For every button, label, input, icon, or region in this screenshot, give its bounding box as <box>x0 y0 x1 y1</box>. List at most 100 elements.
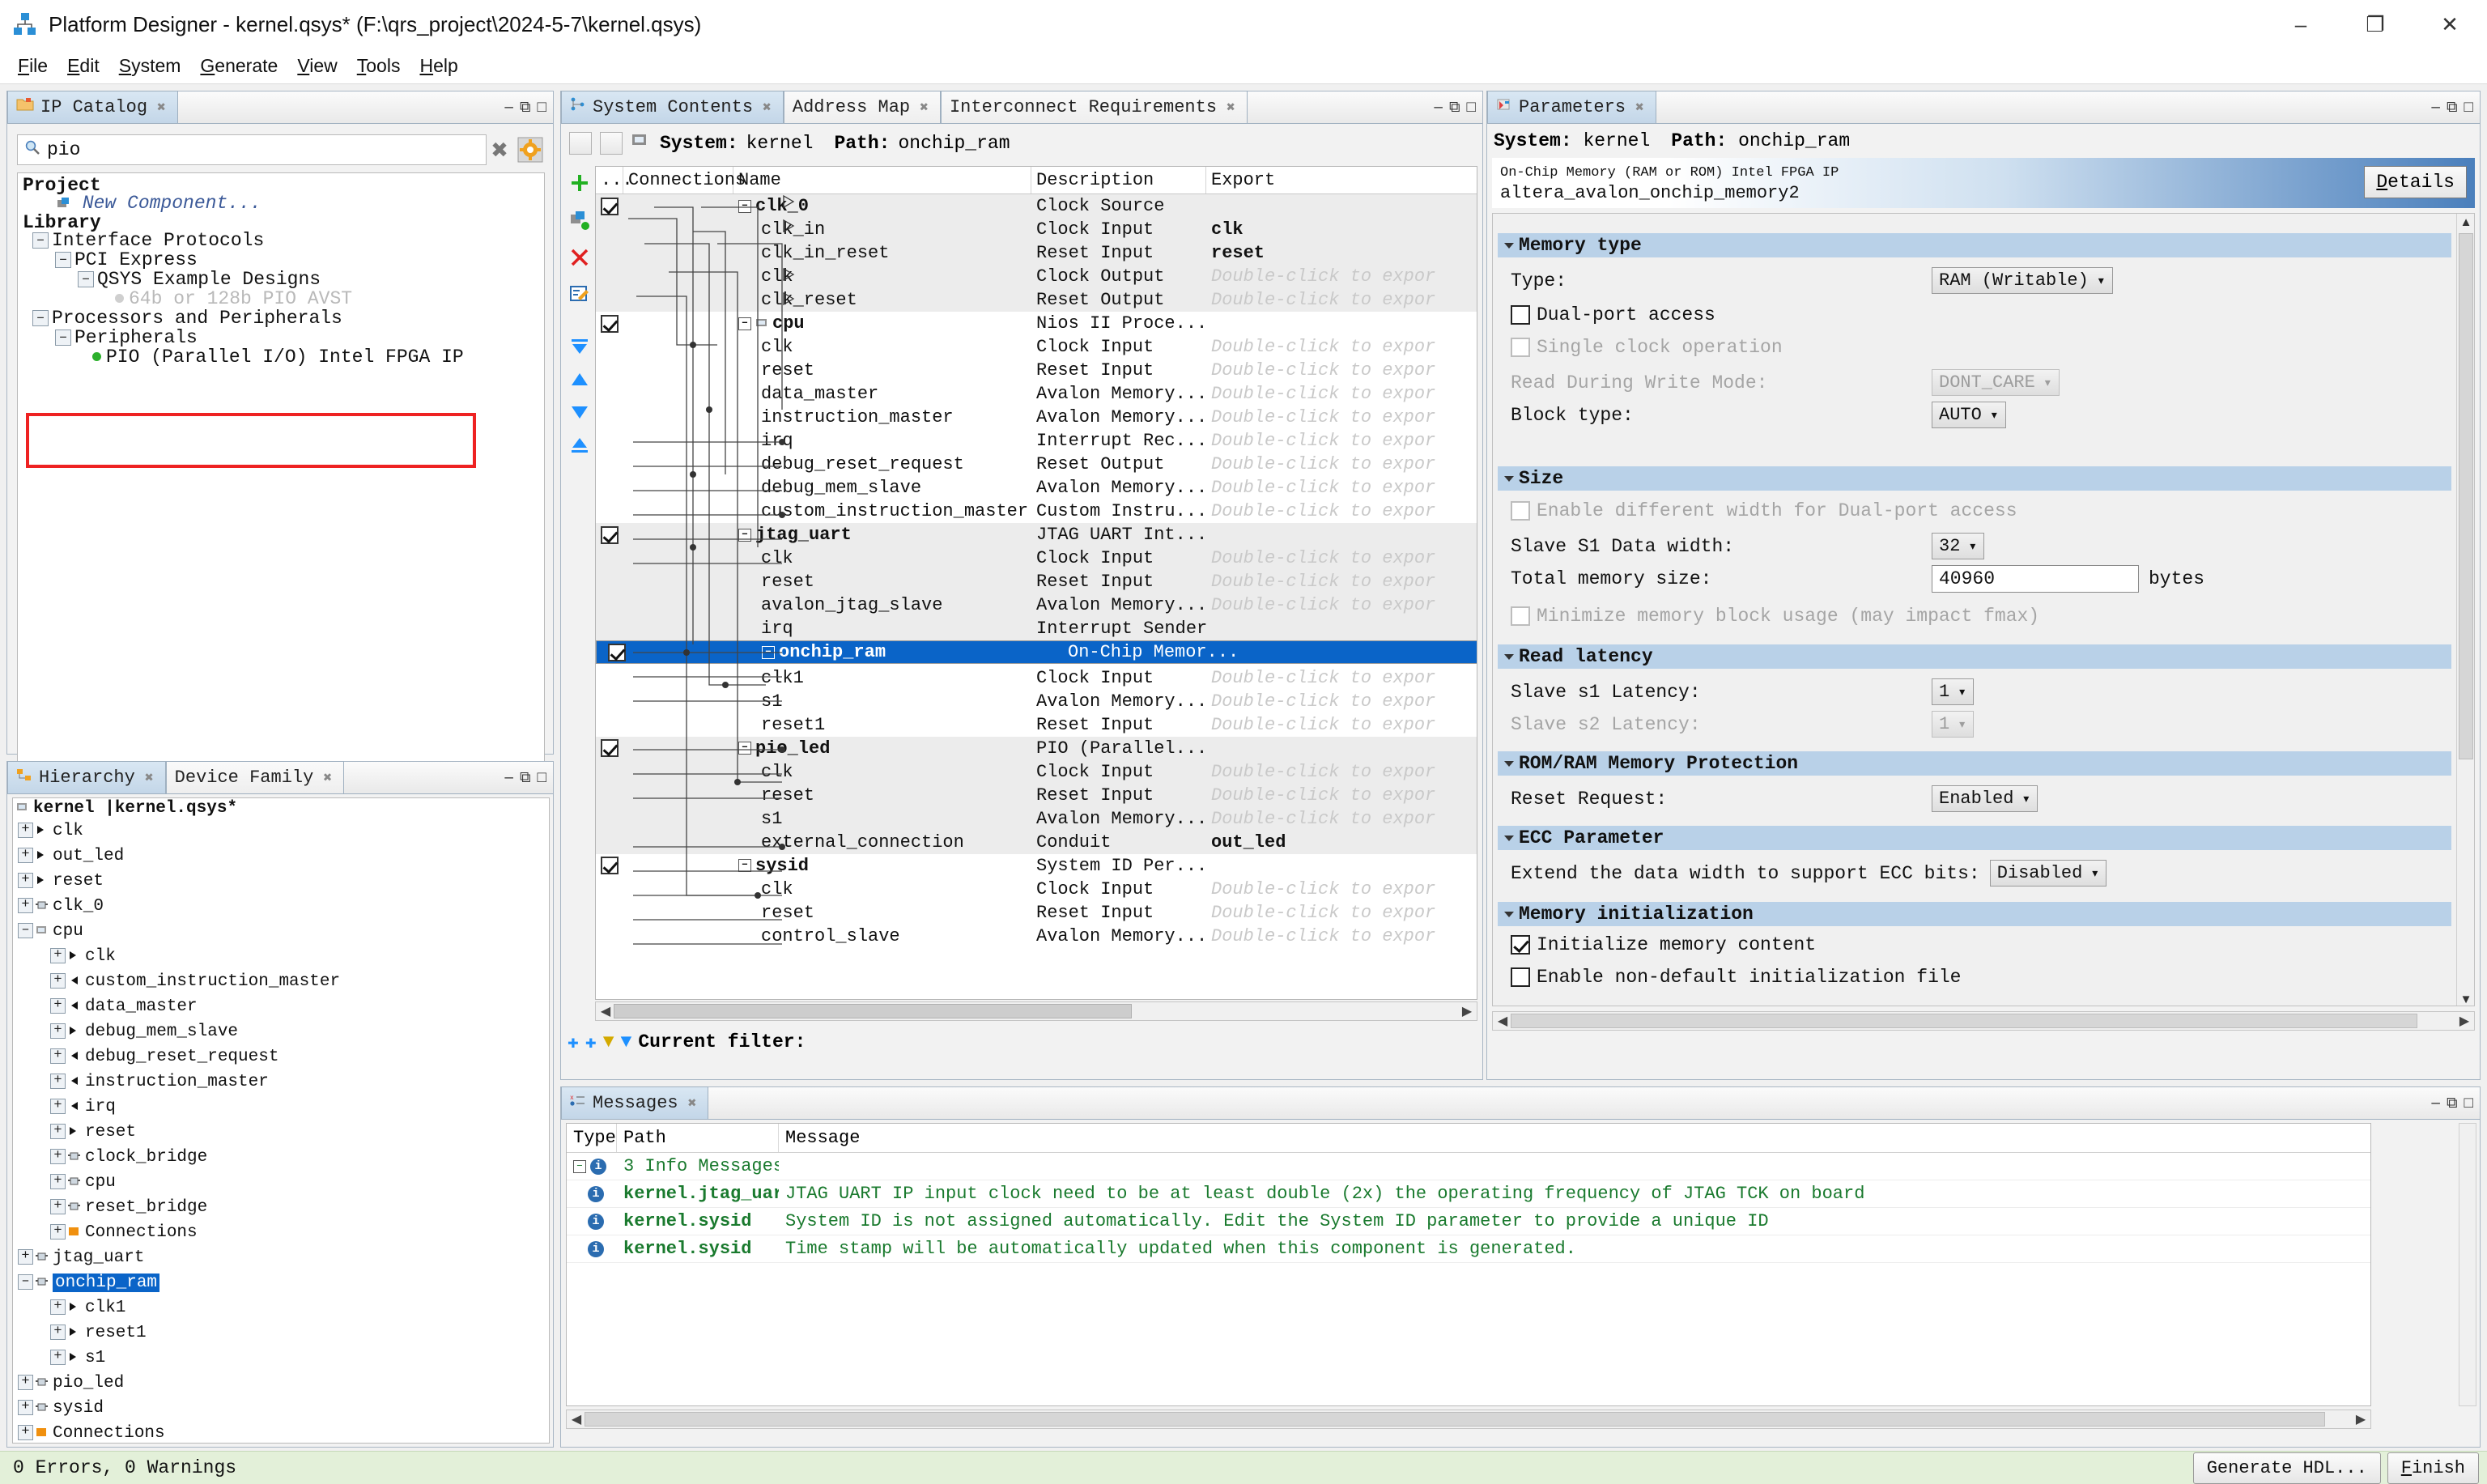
system-contents-table[interactable]: ... Connections Name Description Export … <box>595 166 1477 1000</box>
row-export[interactable]: Double-click to expor <box>1206 901 1477 925</box>
panel-minimize-icon[interactable]: – <box>2431 100 2440 115</box>
use-checkbox[interactable] <box>596 312 623 335</box>
connections-cell[interactable] <box>623 453 733 476</box>
expand-icon[interactable]: + <box>18 873 33 888</box>
menu-edit[interactable]: Edit <box>57 53 109 79</box>
tab-device-family[interactable]: Device Family ✖ <box>165 761 345 793</box>
connections-cell[interactable] <box>623 500 733 523</box>
close-icon[interactable]: ✖ <box>145 769 154 787</box>
row-export[interactable]: Double-click to expor <box>1206 690 1477 713</box>
filter-down2-icon[interactable]: ▼ <box>621 1031 632 1052</box>
row-name[interactable]: reset <box>733 570 1031 593</box>
hierarchy-node[interactable]: + reset_bridge <box>50 1199 207 1217</box>
panel-restore-icon[interactable]: ⧉ <box>1449 100 1460 115</box>
connections-cell[interactable] <box>623 760 733 784</box>
tree-node-pci-express[interactable]: – PCI Express <box>55 249 198 270</box>
row-name[interactable]: clk1 <box>733 666 1031 690</box>
dual-port-access-checkbox[interactable] <box>1511 305 1530 325</box>
table-row[interactable]: – jtag_uart JTAG UART Int... <box>596 523 1477 546</box>
collapse-icon[interactable]: – <box>738 528 751 542</box>
row-export[interactable]: Double-click to expor <box>1206 453 1477 476</box>
expand-icon[interactable]: + <box>18 823 33 838</box>
row-export[interactable]: out_led <box>1206 831 1477 854</box>
row-name[interactable]: reset1 <box>733 713 1031 737</box>
use-checkbox[interactable] <box>596 194 623 218</box>
collapse-icon[interactable]: – <box>78 270 94 287</box>
generate-hdl-button[interactable]: Generate HDL... <box>2192 1452 2381 1484</box>
use-checkbox[interactable] <box>596 737 623 760</box>
expand-icon[interactable]: + <box>50 1325 66 1340</box>
connections-cell[interactable] <box>623 666 733 690</box>
table-row[interactable]: clk Clock Output Double-click to expor <box>596 265 1477 288</box>
param-dual-port-access[interactable]: Dual-port access <box>1511 304 1715 325</box>
ip-catalog-tree[interactable]: Project New Component... Library – Interf… <box>17 172 545 788</box>
expand-icon[interactable]: + <box>50 1048 66 1064</box>
table-row[interactable]: avalon_jtag_slave Avalon Memory... Double-… <box>596 593 1477 617</box>
hierarchy-node[interactable]: + debug_reset_request <box>50 1048 278 1066</box>
row-export[interactable] <box>1206 617 1477 640</box>
slave-s2-latency-select[interactable]: 1 ▾ <box>1932 711 1975 738</box>
remove-component-icon[interactable] <box>569 247 590 273</box>
block-type-select[interactable]: AUTO ▾ <box>1932 402 2006 428</box>
message-row[interactable]: i kernel.sysid System ID is not assigned a… <box>567 1208 2370 1235</box>
slave-s1-data-width-select[interactable]: 32 ▾ <box>1932 533 1985 559</box>
column-header-use[interactable]: ... <box>596 167 633 193</box>
expand-icon[interactable]: + <box>18 848 33 863</box>
row-export[interactable] <box>1246 640 1477 664</box>
row-name[interactable]: external_connection <box>733 831 1031 854</box>
hierarchy-node[interactable]: + clk <box>50 948 116 966</box>
add-component-icon[interactable] <box>569 172 590 198</box>
total-memory-size-input[interactable]: 40960 <box>1932 565 2139 593</box>
close-icon[interactable]: ✖ <box>920 99 929 117</box>
hierarchy-node[interactable]: + irq <box>50 1099 116 1116</box>
move-up-icon[interactable] <box>600 132 623 155</box>
scroll-right-icon[interactable]: ▶ <box>2456 1013 2472 1029</box>
hierarchy-node[interactable]: + clock_bridge <box>50 1149 207 1167</box>
panel-maximize-icon[interactable]: □ <box>1467 100 1476 115</box>
system-contents-hscrollbar[interactable]: ◀ ▶ <box>595 1001 1477 1021</box>
hierarchy-node[interactable]: + custom_instruction_master <box>50 973 340 991</box>
menu-system[interactable]: System <box>109 53 191 79</box>
messages-summary-row[interactable]: – i 3 Info Messages <box>567 1153 2370 1180</box>
row-export[interactable]: clk <box>1206 218 1477 241</box>
use-checkbox[interactable] <box>596 854 623 878</box>
row-export[interactable]: Double-click to expor <box>1206 760 1477 784</box>
connections-cell[interactable] <box>623 617 733 640</box>
scroll-down-icon[interactable]: ▼ <box>2459 993 2472 1006</box>
row-name[interactable]: debug_mem_slave <box>733 476 1031 500</box>
close-icon[interactable]: ✖ <box>323 769 332 787</box>
table-row[interactable]: control_slave Avalon Memory... Double-clic… <box>596 925 1477 948</box>
table-row[interactable]: custom_instruction_master Custom Instru..… <box>596 500 1477 523</box>
expand-icon[interactable]: + <box>18 1375 33 1390</box>
row-name[interactable]: reset <box>733 901 1031 925</box>
connections-cell[interactable] <box>623 406 733 429</box>
tree-node-pio-avst[interactable]: 64b or 128b PIO AVST <box>115 288 352 309</box>
gear-icon[interactable] <box>516 135 545 164</box>
scroll-thumb[interactable] <box>2459 233 2473 759</box>
connections-cell[interactable] <box>623 335 733 359</box>
row-export[interactable] <box>1206 194 1477 218</box>
tree-node-interface-protocols[interactable]: – Interface Protocols <box>32 230 264 251</box>
collapse-icon[interactable]: – <box>55 329 71 346</box>
expand-icon[interactable]: + <box>50 1074 66 1089</box>
table-row[interactable]: clk Clock Input Double-click to expor <box>596 335 1477 359</box>
column-header-description[interactable]: Description <box>1031 167 1206 193</box>
param-initialize-memory-content[interactable]: Initialize memory content <box>1511 934 1816 955</box>
scroll-left-icon[interactable]: ◀ <box>1494 1013 1511 1029</box>
panel-restore-icon[interactable]: ⧉ <box>2447 100 2458 115</box>
param-enable-different-width[interactable]: Enable different width for Dual-port acc… <box>1511 500 2017 521</box>
scroll-right-icon[interactable]: ▶ <box>1459 1003 1475 1019</box>
parameters-hscrollbar[interactable]: ◀ ▶ <box>1492 1011 2475 1031</box>
connections-cell[interactable] <box>623 265 733 288</box>
hierarchy-node[interactable]: + clk <box>18 823 83 840</box>
row-name[interactable]: irq <box>733 617 1031 640</box>
hierarchy-node[interactable]: + debug_mem_slave <box>50 1023 238 1041</box>
tree-node-new-component[interactable]: New Component... <box>57 193 261 214</box>
row-export[interactable] <box>1206 854 1477 878</box>
collapse-icon[interactable]: – <box>738 742 751 755</box>
expand-icon[interactable]: + <box>50 948 66 963</box>
row-name[interactable]: – jtag_uart <box>733 523 1031 546</box>
section-memory-initialization[interactable]: Memory initialization <box>1498 902 2451 926</box>
column-header-name[interactable]: Name <box>733 167 1031 193</box>
param-single-clock-operation[interactable]: Single clock operation <box>1511 337 1783 358</box>
